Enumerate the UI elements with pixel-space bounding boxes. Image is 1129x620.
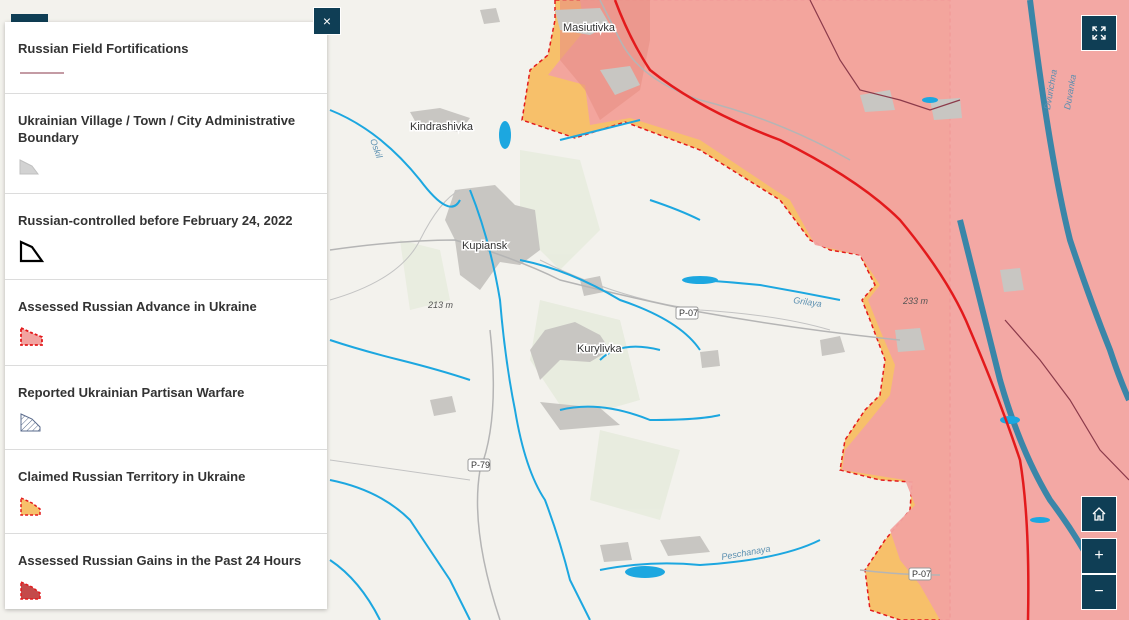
zoom-in-button[interactable]: +	[1081, 538, 1117, 574]
legend-item-partisan-warfare: Reported Ukrainian Partisan Warfare	[5, 366, 327, 450]
line-icon	[20, 72, 64, 74]
close-icon: ×	[322, 13, 332, 29]
svg-text:P-79: P-79	[471, 460, 490, 470]
elevation-label: 213 m	[427, 300, 454, 310]
road-shield: P-79	[467, 458, 491, 472]
place-label: Kupiansk	[462, 240, 508, 252]
legend-item-label: Assessed Russian Gains in the Past 24 Ho…	[18, 553, 302, 568]
svg-text:P-07: P-07	[679, 308, 698, 318]
legend-item-field-fortifications: Russian Field Fortifications	[5, 22, 327, 94]
legend-item-label: Ukrainian Village / Town / City Administ…	[18, 113, 296, 145]
legend-item-label: Assessed Russian Advance in Ukraine	[18, 299, 257, 314]
legend-item-admin-boundary: Ukrainian Village / Town / City Administ…	[5, 94, 327, 194]
legend-item-label: Reported Ukrainian Partisan Warfare	[18, 385, 245, 400]
place-label: Kindrashivka	[410, 121, 474, 133]
legend-item-russian-controlled: Russian-controlled before February 24, 2…	[5, 194, 327, 280]
grey-polygon-icon	[19, 159, 39, 175]
expand-icon	[1092, 26, 1106, 40]
hatched-polygon-icon	[20, 413, 41, 432]
legend-item-24h-gains: Assessed Russian Gains in the Past 24 Ho…	[5, 534, 327, 609]
zoom-out-button[interactable]: −	[1081, 574, 1117, 610]
legend-item-claimed-territory: Claimed Russian Territory in Ukraine	[5, 450, 327, 534]
legend-item-label: Russian Field Fortifications	[18, 41, 189, 56]
svg-text:P-07: P-07	[912, 569, 931, 579]
legend-panel: Russian Field Fortifications Ukrainian V…	[5, 22, 327, 609]
elevation-label: 233 m	[902, 296, 929, 306]
place-label: Masiutivka	[563, 22, 616, 34]
close-legend-button[interactable]: ×	[313, 7, 341, 35]
home-icon	[1092, 507, 1106, 521]
legend-item-label: Claimed Russian Territory in Ukraine	[18, 469, 246, 484]
legend-item-russian-advance: Assessed Russian Advance in Ukraine	[5, 280, 327, 366]
orange-dashed-polygon-icon	[20, 496, 41, 516]
road-shield: P-07	[675, 306, 699, 320]
plus-icon: +	[1094, 547, 1104, 564]
dark-red-polygon-icon	[20, 580, 41, 600]
black-outline-polygon-icon	[19, 240, 45, 263]
red-dashed-polygon-icon	[20, 326, 43, 346]
home-button[interactable]	[1081, 496, 1117, 532]
minus-icon: −	[1094, 583, 1104, 600]
legend-item-label: Russian-controlled before February 24, 2…	[18, 213, 293, 228]
place-label: Kurylivka	[577, 343, 623, 355]
fullscreen-button[interactable]	[1081, 15, 1117, 51]
road-shield: P-07	[908, 567, 932, 581]
